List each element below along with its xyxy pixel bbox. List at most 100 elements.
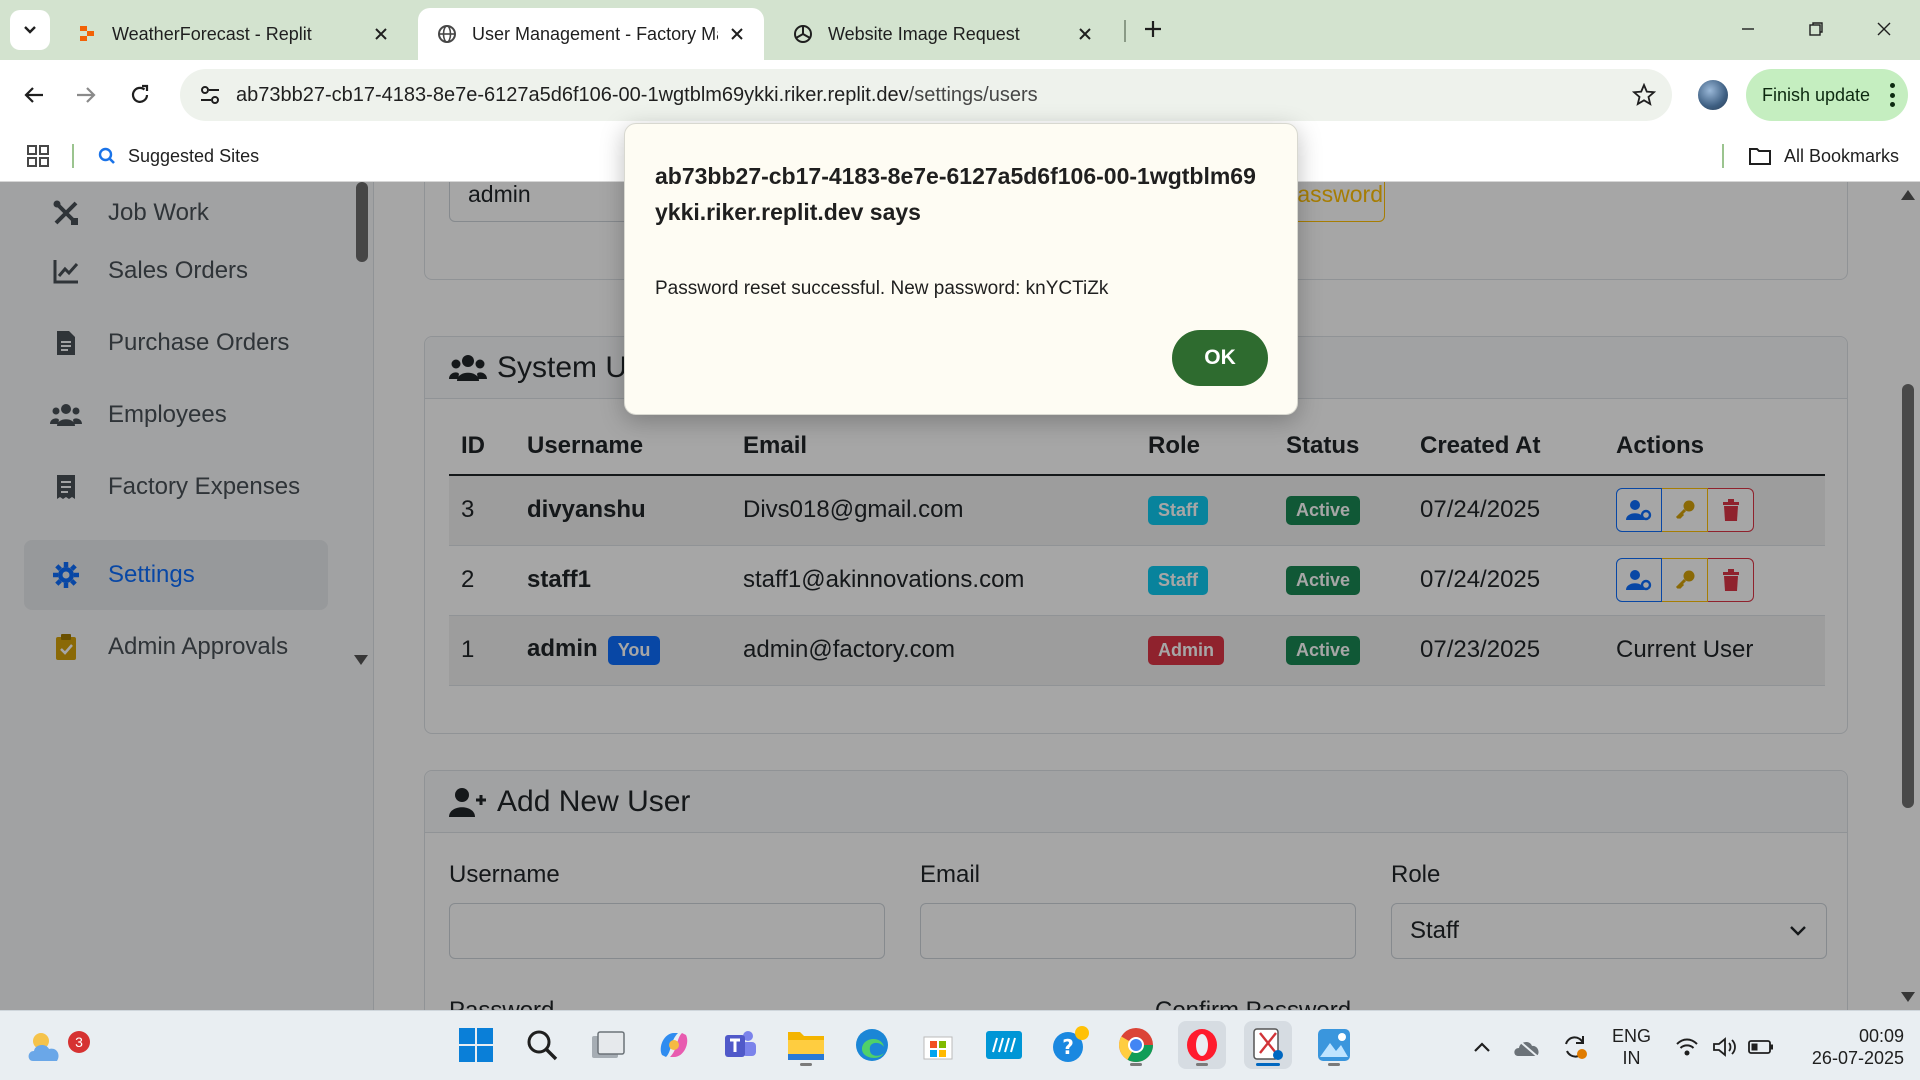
close-window-button[interactable] <box>1864 12 1904 46</box>
dialog-origin: ab73bb27-cb17-4183-8e7e-6127a5d6f106-00-… <box>655 163 1256 225</box>
url-text: ab73bb27-cb17-4183-8e7e-6127a5d6f106-00-… <box>236 84 1038 107</box>
weather-cloud-icon <box>28 1033 59 1061</box>
myhp-app[interactable] <box>980 1021 1028 1069</box>
finish-update-label: Finish update <box>1762 84 1871 105</box>
copilot-icon <box>660 1033 688 1057</box>
bookmarks-separator <box>72 144 74 168</box>
show-hidden-icons-button[interactable] <box>1466 1029 1498 1065</box>
clock-time: 00:09 <box>1858 1026 1904 1046</box>
apps-grid-icon[interactable] <box>26 144 50 168</box>
minimize-button[interactable] <box>1728 12 1768 46</box>
search-icon <box>527 1030 558 1061</box>
help-icon: ? <box>1053 1026 1089 1062</box>
tab-search-button[interactable] <box>10 10 50 50</box>
snipping-tool-app[interactable] <box>1244 1021 1292 1069</box>
photos-app[interactable] <box>1310 1021 1358 1069</box>
finish-update-button[interactable]: Finish update <box>1746 69 1908 121</box>
search-icon <box>98 147 116 165</box>
chevron-up-icon <box>1474 1042 1490 1052</box>
restore-button[interactable] <box>1796 12 1836 46</box>
reload-icon <box>131 84 149 103</box>
tab-weatherforecast[interactable]: WeatherForecast - Replit <box>58 8 408 60</box>
arrow-left-icon <box>24 87 43 103</box>
tab-website-image-request[interactable]: Website Image Request <box>774 8 1112 60</box>
reload-button[interactable] <box>120 75 160 115</box>
running-indicator <box>1196 1063 1208 1066</box>
folder-icon <box>788 1032 824 1060</box>
browser-tab-bar: WeatherForecast - Replit User Management… <box>0 0 1920 60</box>
volume-tray[interactable] <box>1710 1029 1740 1065</box>
photos-icon <box>1318 1029 1350 1061</box>
opera-icon <box>1187 1029 1217 1061</box>
microsoft-store-app[interactable] <box>914 1021 962 1069</box>
dialog-message: Password reset successful. New password:… <box>655 278 1109 299</box>
bookmark-label: Suggested Sites <box>128 145 260 166</box>
tab-separator <box>1124 20 1126 42</box>
file-explorer-app[interactable] <box>782 1021 830 1069</box>
sync-icon <box>1565 1036 1587 1059</box>
teams-app[interactable] <box>716 1021 764 1069</box>
sync-tray[interactable] <box>1558 1029 1592 1065</box>
back-button[interactable] <box>14 75 54 115</box>
store-icon <box>923 1036 953 1060</box>
close-icon <box>1877 22 1891 36</box>
chevron-down-icon <box>24 26 36 34</box>
edge-icon <box>856 1029 888 1061</box>
running-indicator <box>800 1063 812 1066</box>
arrow-right-icon <box>77 87 96 103</box>
running-indicator <box>1256 1063 1280 1066</box>
clock[interactable]: 00:09 26-07-2025 <box>1798 1025 1904 1069</box>
windows-logo-icon <box>459 1028 493 1062</box>
url-host: ab73bb27-cb17-4183-8e7e-6127a5d6f106-00-… <box>236 83 909 106</box>
close-icon[interactable] <box>726 23 748 45</box>
address-bar[interactable]: ab73bb27-cb17-4183-8e7e-6127a5d6f106-00-… <box>180 69 1672 121</box>
windows-taskbar: 3 ? ENG IN 00:09 26-07-2025 <box>0 1010 1920 1080</box>
volume-icon <box>1713 1037 1736 1057</box>
bookmark-star-icon[interactable] <box>1630 81 1658 109</box>
url-path: /settings/users <box>908 83 1038 106</box>
plus-icon <box>1145 21 1161 37</box>
clock-date: 26-07-2025 <box>1811 1048 1904 1068</box>
start-button[interactable] <box>452 1021 500 1069</box>
region-code: IN <box>1622 1048 1641 1068</box>
snipping-tool-icon <box>1253 1028 1283 1060</box>
restore-icon <box>1809 22 1823 36</box>
edge-app[interactable] <box>848 1021 896 1069</box>
running-indicator <box>1130 1063 1142 1066</box>
chrome-icon <box>1119 1028 1153 1062</box>
battery-tray[interactable] <box>1746 1029 1776 1065</box>
weather-widget[interactable]: 3 <box>22 1023 90 1071</box>
close-icon[interactable] <box>1074 23 1096 45</box>
forward-button[interactable] <box>66 75 106 115</box>
replit-icon <box>76 23 98 45</box>
wifi-tray[interactable] <box>1672 1029 1702 1065</box>
bookmark-label: All Bookmarks <box>1784 145 1900 166</box>
tab-title: Website Image Request <box>828 23 1020 44</box>
onedrive-tray[interactable] <box>1510 1029 1544 1065</box>
notification-badge: 3 <box>68 1031 90 1053</box>
get-help-app[interactable]: ? <box>1046 1021 1094 1069</box>
ok-button[interactable]: OK <box>1172 330 1268 386</box>
globe-icon <box>436 23 458 45</box>
opera-app[interactable] <box>1178 1021 1226 1069</box>
input-language-indicator[interactable]: ENG IN <box>1612 1025 1651 1069</box>
openai-icon <box>792 23 814 45</box>
bookmark-suggested-sites[interactable]: Suggested Sites <box>98 130 259 182</box>
new-tab-button[interactable] <box>1136 12 1170 46</box>
task-view-icon <box>592 1031 625 1058</box>
site-settings-icon[interactable] <box>184 69 236 121</box>
taskbar-search[interactable] <box>518 1021 566 1069</box>
close-icon[interactable] <box>370 23 392 45</box>
minimize-icon <box>1742 28 1754 30</box>
profile-avatar[interactable] <box>1696 78 1730 112</box>
myhp-icon <box>986 1031 1022 1059</box>
tab-user-management[interactable]: User Management - Factory Ma <box>418 8 764 60</box>
more-vertical-icon <box>1888 83 1896 107</box>
copilot-app[interactable] <box>650 1021 698 1069</box>
chrome-app[interactable] <box>1112 1021 1160 1069</box>
tab-title: User Management - Factory Ma <box>472 23 718 44</box>
task-view-button[interactable] <box>584 1021 632 1069</box>
folder-icon <box>1748 146 1772 166</box>
battery-icon <box>1748 1040 1773 1054</box>
all-bookmarks-button[interactable]: All Bookmarks <box>1748 130 1899 182</box>
